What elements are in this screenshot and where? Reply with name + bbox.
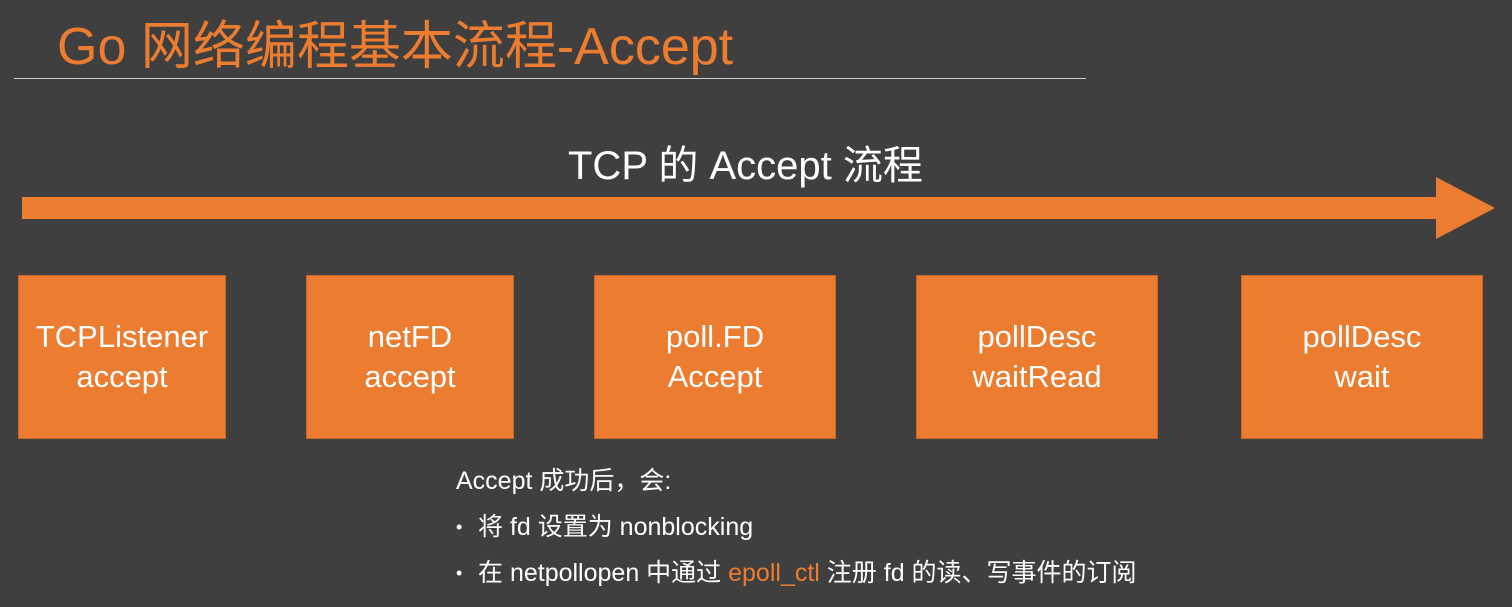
step-line2: Accept bbox=[667, 359, 763, 394]
step-line1: pollDesc bbox=[977, 319, 1097, 354]
notes-item: • 将 fd 设置为 nonblocking bbox=[456, 512, 1137, 558]
notes-item-text-after: 注册 fd 的读、写事件的订阅 bbox=[819, 559, 1137, 587]
step-line2: accept bbox=[76, 359, 168, 394]
step-line2: waitRead bbox=[972, 359, 1102, 394]
accept-notes: Accept 成功后，会: • 将 fd 设置为 nonblocking • 在 n… bbox=[456, 466, 1137, 604]
step-pollfd-accept: poll.FD Accept bbox=[594, 275, 836, 439]
title-divider bbox=[14, 78, 1086, 79]
step-line2: accept bbox=[364, 359, 456, 394]
bullet-icon: • bbox=[456, 563, 463, 583]
bullet-icon: • bbox=[456, 517, 463, 537]
step-line1: netFD bbox=[367, 319, 453, 354]
step-polldesc-wait: pollDesc wait bbox=[1241, 275, 1483, 439]
step-line1: TCPListener bbox=[35, 319, 209, 354]
epoll-ctl-highlight: epoll_ctl bbox=[728, 559, 820, 587]
notes-heading: Accept 成功后，会: bbox=[456, 467, 672, 495]
notes-item-text: 将 fd 设置为 nonblocking bbox=[478, 513, 754, 541]
step-tcplistener-accept: TCPListener accept bbox=[18, 275, 226, 439]
step-polldesc-waitread: pollDesc waitRead bbox=[916, 275, 1158, 439]
step-line1: pollDesc bbox=[1302, 319, 1422, 354]
step-line2: wait bbox=[1334, 359, 1390, 394]
step-line1: poll.FD bbox=[665, 319, 765, 354]
page-title: Go 网络编程基本流程-Accept bbox=[57, 18, 734, 76]
step-netfd-accept: netFD accept bbox=[306, 275, 514, 439]
notes-item-text-before: 在 netpollopen 中通过 bbox=[478, 559, 729, 587]
notes-item: • 在 netpollopen 中通过 epoll_ctl 注册 fd 的读、写事… bbox=[456, 558, 1137, 604]
flow-title: TCP 的 Accept 流程 bbox=[568, 144, 923, 188]
